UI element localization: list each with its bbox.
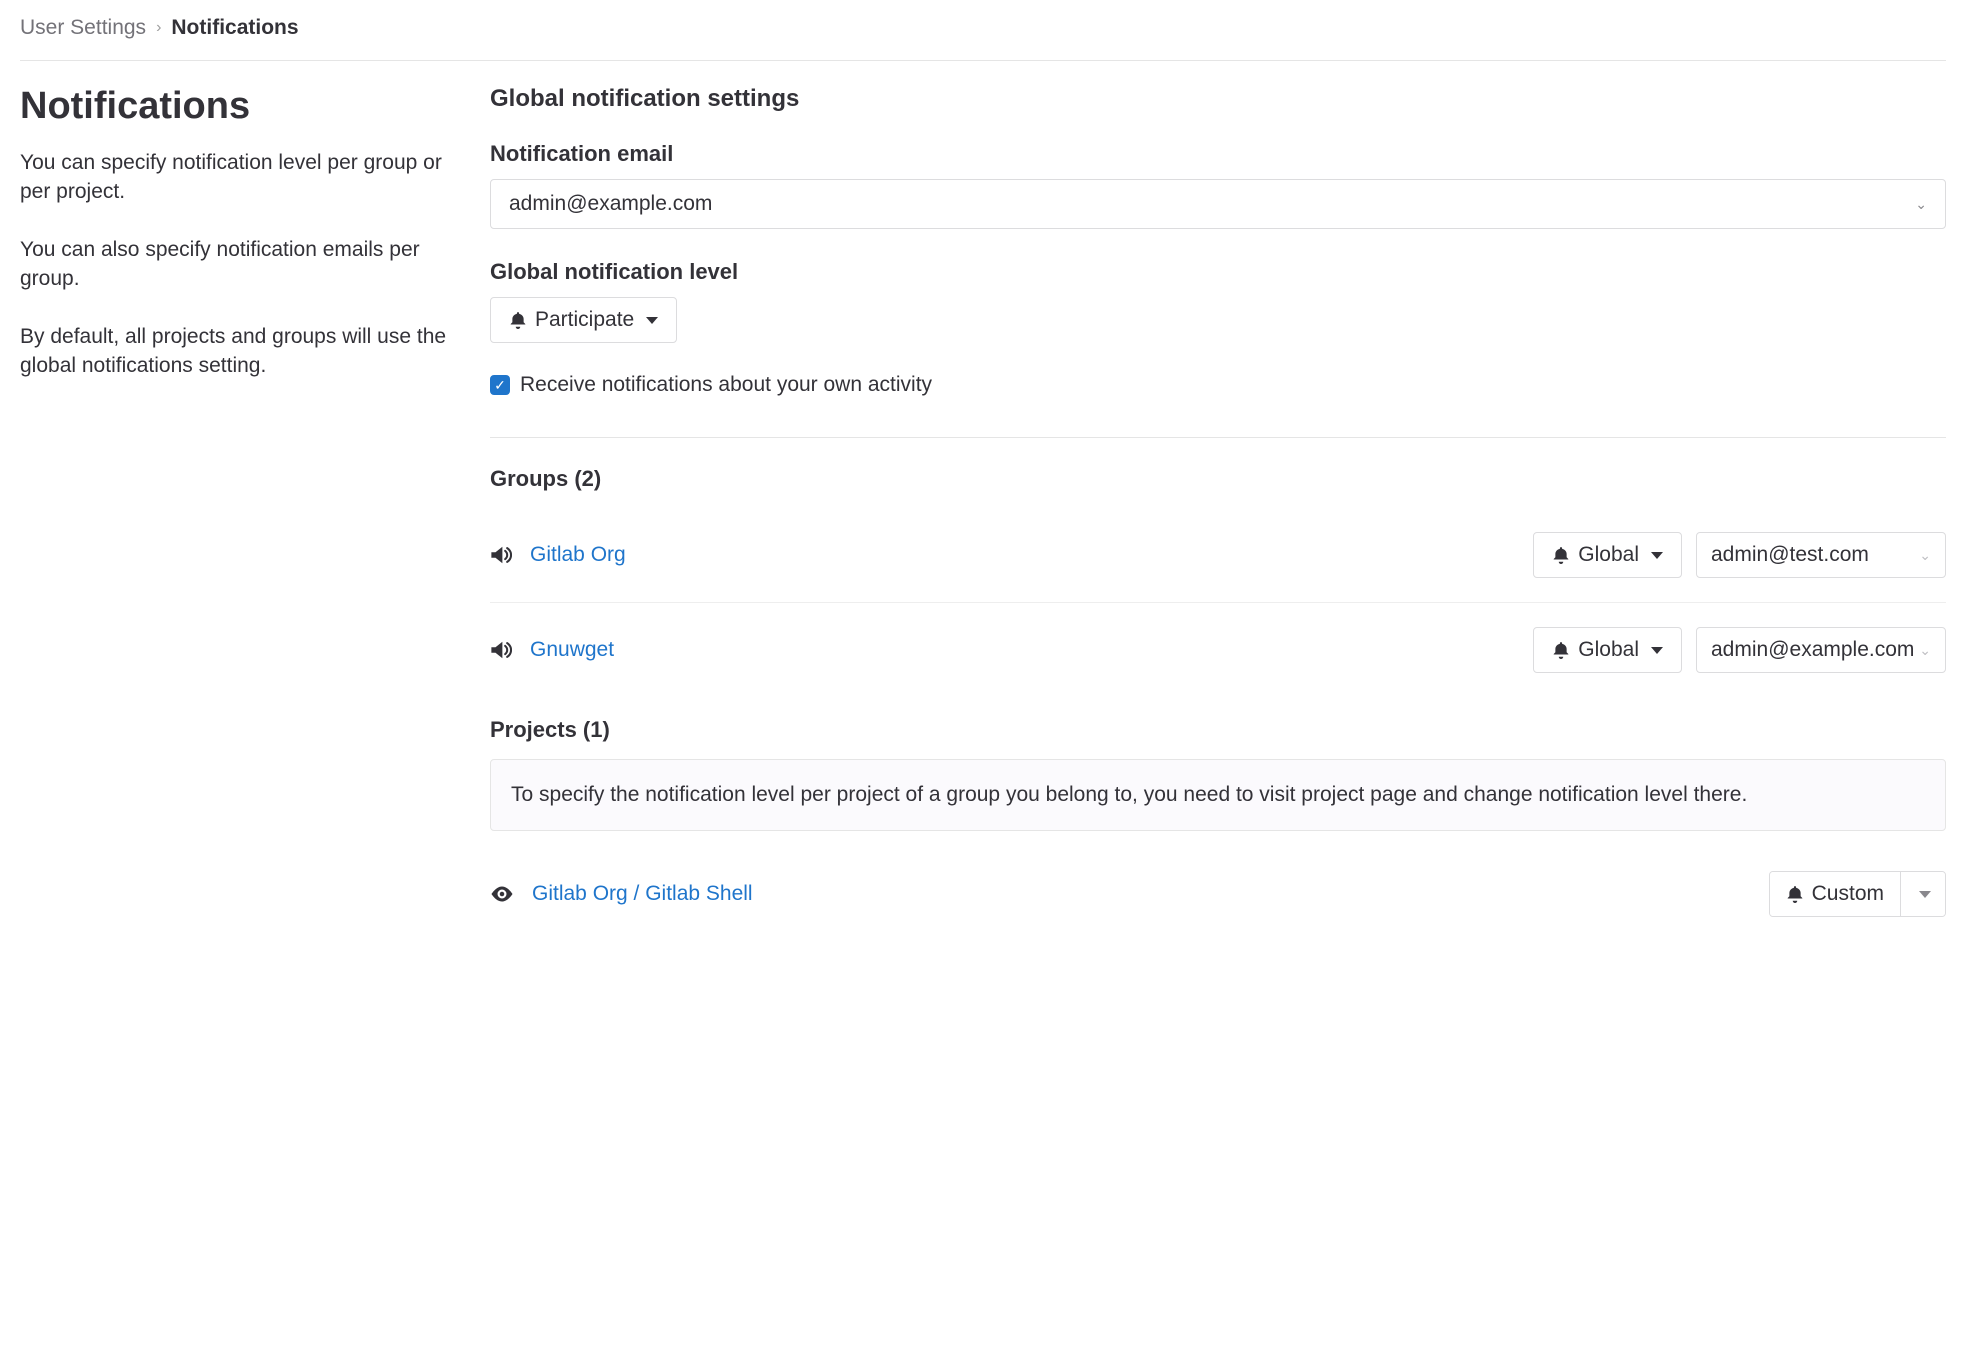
breadcrumb-parent[interactable]: User Settings [20, 16, 146, 40]
group-link[interactable]: Gitlab Org [530, 543, 626, 567]
caret-down-icon [646, 317, 658, 324]
caret-down-icon [1651, 552, 1663, 559]
group-link[interactable]: Gnuwget [530, 638, 614, 662]
page-description-2: You can also specify notification emails… [20, 235, 460, 294]
global-level-dropdown[interactable]: Participate [490, 297, 677, 343]
group-level-dropdown[interactable]: Global [1533, 532, 1682, 578]
group-email-select[interactable]: admin@test.com ⌄ [1696, 532, 1946, 578]
projects-info-box: To specify the notification level per pr… [490, 759, 1946, 831]
page-title: Notifications [20, 85, 460, 128]
group-email-value: admin@test.com [1711, 543, 1869, 567]
global-level-value: Participate [535, 308, 634, 332]
divider [490, 437, 1946, 438]
volume-icon [490, 639, 512, 661]
caret-down-icon [1919, 891, 1931, 898]
bell-icon [1786, 885, 1804, 903]
breadcrumb-current: Notifications [171, 16, 298, 40]
group-row: Gnuwget Global admin@example.com ⌄ [490, 603, 1946, 697]
group-level-dropdown[interactable]: Global [1533, 627, 1682, 673]
project-link[interactable]: Gitlab Org / Gitlab Shell [532, 882, 753, 906]
chevron-down-icon: ⌄ [1915, 196, 1927, 213]
group-email-value: admin@example.com [1711, 638, 1914, 662]
notification-email-label: Notification email [490, 141, 1946, 167]
group-row: Gitlab Org Global admin@test.com ⌄ [490, 508, 1946, 603]
own-activity-checkbox[interactable]: ✓ [490, 375, 510, 395]
group-level-value: Global [1578, 638, 1639, 662]
project-level-value: Custom [1812, 882, 1884, 906]
breadcrumb: User Settings › Notifications [20, 16, 1946, 61]
group-email-select[interactable]: admin@example.com ⌄ [1696, 627, 1946, 673]
own-activity-label: Receive notifications about your own act… [520, 373, 932, 397]
eye-icon [490, 882, 514, 906]
project-level-split-button: Custom [1769, 871, 1946, 917]
bell-icon [509, 311, 527, 329]
group-level-value: Global [1578, 543, 1639, 567]
chevron-right-icon: › [156, 19, 161, 37]
page-description-1: You can specify notification level per g… [20, 148, 460, 207]
volume-icon [490, 544, 512, 566]
caret-down-icon [1651, 647, 1663, 654]
project-level-dropdown-toggle[interactable] [1900, 872, 1945, 916]
bell-icon [1552, 546, 1570, 564]
project-level-button[interactable]: Custom [1770, 872, 1900, 916]
groups-title: Groups (2) [490, 466, 1946, 492]
notification-email-select[interactable]: admin@example.com ⌄ [490, 179, 1946, 229]
bell-icon [1552, 641, 1570, 659]
project-row: Gitlab Org / Gitlab Shell Custom [490, 861, 1946, 941]
page-description-3: By default, all projects and groups will… [20, 322, 460, 381]
global-settings-title: Global notification settings [490, 85, 1946, 113]
chevron-down-icon: ⌄ [1919, 547, 1931, 564]
global-level-label: Global notification level [490, 259, 1946, 285]
chevron-down-icon: ⌄ [1919, 642, 1931, 659]
notification-email-value: admin@example.com [509, 192, 712, 216]
projects-title: Projects (1) [490, 717, 1946, 743]
